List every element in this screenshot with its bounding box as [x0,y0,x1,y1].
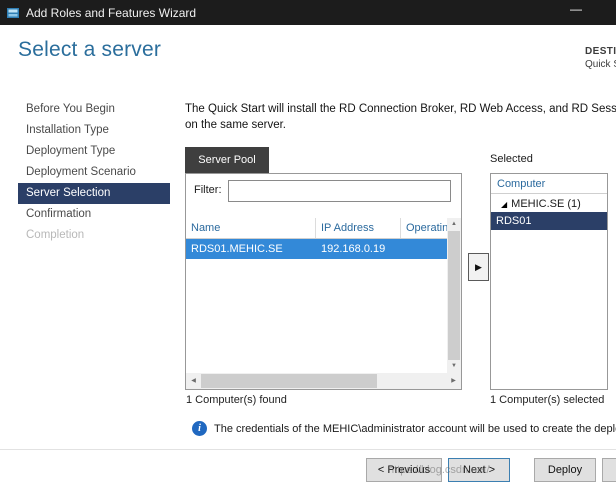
filter-input[interactable] [228,180,451,202]
step-confirmation[interactable]: Confirmation [18,204,170,225]
step-deployment-type[interactable]: Deployment Type [18,141,170,162]
computers-selected-count: 1 Computer(s) selected [490,394,604,406]
tab-server-pool[interactable]: Server Pool [185,147,269,173]
vertical-scrollbar-thumb[interactable] [448,231,460,360]
wizard-app-icon [6,6,20,20]
window-title: Add Roles and Features Wizard [26,6,196,20]
page-title: Select a server [18,38,161,62]
credentials-info-text: The credentials of the MEHIC\administrat… [214,423,616,435]
step-completion: Completion [18,225,170,246]
step-before-you-begin[interactable]: Before You Begin [18,99,170,120]
scroll-right-icon[interactable]: ▶ [446,373,461,389]
selected-server-item[interactable]: RDS01 [491,212,607,230]
deploy-button[interactable]: Deploy [534,458,596,482]
filter-label: Filter: [194,184,222,196]
column-header-name[interactable]: Name [186,218,316,238]
wizard-steps: Before You Begin Installation Type Deplo… [18,99,170,246]
description-line-2: on the same server. [185,117,616,133]
info-icon: i [192,421,207,436]
destination-label: DESTINAT [585,46,616,57]
add-server-button[interactable]: ▶ [468,253,489,281]
cell-server-name: RDS01.MEHIC.SE [186,239,316,259]
tree-expand-icon[interactable]: ◢ [501,200,507,209]
previous-button[interactable]: < Previous [366,458,442,482]
column-header-operating-system[interactable]: Operating [401,218,447,238]
vertical-scrollbar[interactable]: ▲ ▼ [447,218,461,373]
minimize-button[interactable]: — [564,2,588,16]
server-pool-table: Name IP Address Operating RDS01.MEHIC.SE… [186,218,447,259]
wizard-window: Add Roles and Features Wizard — Select a… [0,0,616,490]
titlebar: Add Roles and Features Wizard — [0,0,616,25]
horizontal-scrollbar[interactable]: ◀ ▶ [186,373,461,389]
tree-group-label: MEHIC.SE (1) [511,198,581,210]
footer-divider [0,449,616,450]
step-deployment-scenario[interactable]: Deployment Scenario [18,162,170,183]
column-header-ip-address[interactable]: IP Address [316,218,401,238]
table-row[interactable]: RDS01.MEHIC.SE 192.168.0.19 [186,239,447,259]
horizontal-scrollbar-thumb[interactable] [201,374,377,388]
selected-panel: Computer ◢ MEHIC.SE (1) RDS01 [490,173,608,390]
destination-block: DESTINAT Quick St [585,46,616,70]
description-line-1: The Quick Start will install the RD Conn… [185,101,616,117]
selected-column-header[interactable]: Computer [491,174,607,194]
cell-server-ip: 192.168.0.19 [316,239,401,259]
clipped-button[interactable] [602,458,616,482]
cell-server-os [401,239,447,259]
destination-value: Quick St [585,59,616,70]
computers-found-count: 1 Computer(s) found [186,394,287,406]
next-button[interactable]: Next > [448,458,510,482]
server-pool-panel: Filter: Name IP Address Operating RDS01.… [185,173,462,390]
selected-panel-label: Selected [490,153,533,165]
scroll-down-icon[interactable]: ▼ [447,360,461,373]
step-installation-type[interactable]: Installation Type [18,120,170,141]
page-description: The Quick Start will install the RD Conn… [185,101,616,133]
step-server-selection[interactable]: Server Selection [18,183,170,204]
scroll-left-icon[interactable]: ◀ [186,373,201,389]
table-header-row: Name IP Address Operating [186,218,447,239]
tree-group-mehic[interactable]: ◢ MEHIC.SE (1) [491,194,607,212]
scroll-up-icon[interactable]: ▲ [447,218,461,231]
